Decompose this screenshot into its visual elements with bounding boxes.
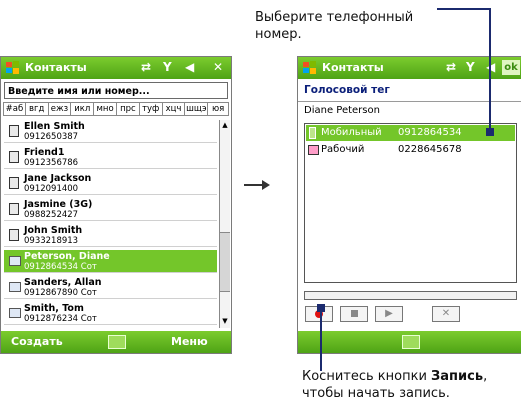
search-input[interactable]: Введите имя или номер... <box>4 82 228 99</box>
callout-line-top <box>489 8 491 132</box>
keyboard-icon[interactable] <box>402 335 420 349</box>
caption-select-number: Выберите телефонный номер. <box>255 10 414 42</box>
list-item-selected[interactable]: Peterson, Diane 0912864534 Сот <box>4 250 217 273</box>
tab-letters[interactable]: туф <box>140 103 163 115</box>
play-button[interactable]: ▶ <box>375 306 403 322</box>
softkey-bar: Создать Меню <box>1 331 231 353</box>
contact-name: Jane Jackson <box>24 173 92 184</box>
contact-detail: 0912091400 <box>24 184 79 194</box>
sim-card-icon <box>9 229 19 241</box>
contact-name: John Smith <box>24 225 83 236</box>
windows-start-icon[interactable] <box>302 60 318 76</box>
scroll-thumb[interactable] <box>220 232 230 292</box>
contact-detail: 0912876234 Сот <box>24 314 97 324</box>
contact-card-icon <box>9 308 21 318</box>
list-item-selected[interactable]: Мобильный 0912864534 <box>306 125 515 141</box>
divider <box>298 101 521 102</box>
contact-name: Ellen Smith <box>24 121 85 132</box>
callout-line-bottom <box>320 307 322 371</box>
contact-detail: 0912650387 <box>24 132 79 142</box>
scroll-down-icon[interactable]: ▼ <box>220 316 230 327</box>
voice-tag-screen: Контакты ⇄ Y ◀ ok Голосовой тег Diane Pe… <box>297 56 521 354</box>
contact-list: Ellen Smith 0912650387 Friend1 091235678… <box>4 120 217 328</box>
sim-card-icon <box>9 125 19 137</box>
delete-icon: ✕ <box>441 308 451 319</box>
sim-card-icon <box>9 151 19 163</box>
list-item[interactable]: Smith, Tom 0912876234 Сот <box>4 302 217 325</box>
list-item[interactable]: Рабочий 0228645678 <box>306 142 515 158</box>
mobile-phone-icon <box>309 127 316 139</box>
list-item[interactable]: John Smith 0933218913 <box>4 224 217 247</box>
tab-letters[interactable]: хцч <box>163 103 186 115</box>
tab-letters[interactable]: икл <box>71 103 95 115</box>
stop-button[interactable] <box>340 306 368 322</box>
volume-icon[interactable]: ◀ <box>185 60 194 75</box>
tab-letters[interactable]: шщэ <box>185 103 209 115</box>
number-label: Мобильный <box>321 127 382 138</box>
connectivity-icon[interactable]: ⇄ <box>141 60 151 75</box>
page-title: Голосовой тег <box>304 84 390 96</box>
tab-letters[interactable]: #аб <box>4 103 26 115</box>
menu-button[interactable]: Меню <box>171 335 208 348</box>
alphabet-tabs: #аб вгд ежз икл мно прс туф хцч шщэ юя <box>3 102 229 116</box>
contact-name: Friend1 <box>24 147 65 158</box>
contact-name: Jasmine (3G) <box>24 199 93 210</box>
delete-button[interactable]: ✕ <box>432 306 460 322</box>
scroll-up-icon[interactable]: ▲ <box>220 120 230 131</box>
callout-marker-top <box>486 128 494 136</box>
tab-letters[interactable]: прс <box>117 103 140 115</box>
contact-name: Smith, Tom <box>24 303 84 314</box>
arrow-right-icon <box>244 176 270 190</box>
contact-name: Peterson, Diane <box>24 251 110 262</box>
connectivity-icon[interactable]: ⇄ <box>446 60 456 75</box>
contact-detail: 0912356786 <box>24 158 79 168</box>
signal-icon[interactable]: Y <box>163 60 172 75</box>
app-title: Контакты <box>25 61 87 74</box>
sim-card-icon <box>9 177 19 189</box>
number-value: 0912864534 <box>398 127 462 138</box>
list-item[interactable]: Ellen Smith 0912650387 <box>4 120 217 143</box>
list-scrollbar[interactable]: ▲ ▼ <box>219 120 230 328</box>
contact-name: Sanders, Allan <box>24 277 102 288</box>
ok-button[interactable]: ok <box>502 60 520 75</box>
contact-name: Diane Peterson <box>304 105 380 116</box>
new-button[interactable]: Создать <box>11 335 63 348</box>
tab-letters[interactable]: юя <box>208 103 228 115</box>
phone-number-list: Мобильный 0912864534 Рабочий 0228645678 <box>304 123 517 283</box>
windows-start-icon[interactable] <box>5 60 21 76</box>
stop-icon <box>350 310 358 317</box>
caption-record-hint: Коснитесь кнопки Запись, чтобы начать за… <box>302 368 517 402</box>
number-value: 0228645678 <box>398 144 462 155</box>
tab-letters[interactable]: мно <box>94 103 117 115</box>
softkey-bar <box>298 331 521 353</box>
list-item[interactable]: Friend1 0912356786 <box>4 146 217 169</box>
work-phone-icon <box>308 145 319 155</box>
list-item[interactable]: Sanders, Allan 0912867890 Сот <box>4 276 217 299</box>
contact-detail: 0912864534 Сот <box>24 262 97 272</box>
list-item[interactable]: Jane Jackson 0912091400 <box>4 172 217 195</box>
caption-bold-text: Запись <box>431 369 484 384</box>
sim-card-icon <box>9 203 19 215</box>
contact-detail: 0988252427 <box>24 210 79 220</box>
title-bar: Контакты ⇄ Y ◀ ok <box>298 57 521 79</box>
contact-card-icon <box>9 256 21 266</box>
callout-line-top <box>437 8 491 10</box>
contact-card-icon <box>9 282 21 292</box>
tab-letters[interactable]: ежз <box>49 103 72 115</box>
number-label: Рабочий <box>321 144 365 155</box>
app-title: Контакты <box>322 61 384 74</box>
caption-text: Коснитесь кнопки <box>302 369 432 384</box>
contact-detail: 0912867890 Сот <box>24 288 97 298</box>
record-progress-bar <box>304 291 517 300</box>
keyboard-icon[interactable] <box>108 335 126 349</box>
tab-letters[interactable]: вгд <box>26 103 49 115</box>
title-bar: Контакты ⇄ Y ◀ ✕ <box>1 57 231 79</box>
list-item[interactable]: Jasmine (3G) 0988252427 <box>4 198 217 221</box>
contacts-screen: Контакты ⇄ Y ◀ ✕ Введите имя или номер..… <box>0 56 232 354</box>
callout-marker-bottom <box>317 304 325 312</box>
close-icon[interactable]: ✕ <box>213 60 223 75</box>
play-icon: ▶ <box>385 308 393 319</box>
contact-detail: 0933218913 <box>24 236 79 246</box>
signal-icon[interactable]: Y <box>466 60 475 75</box>
